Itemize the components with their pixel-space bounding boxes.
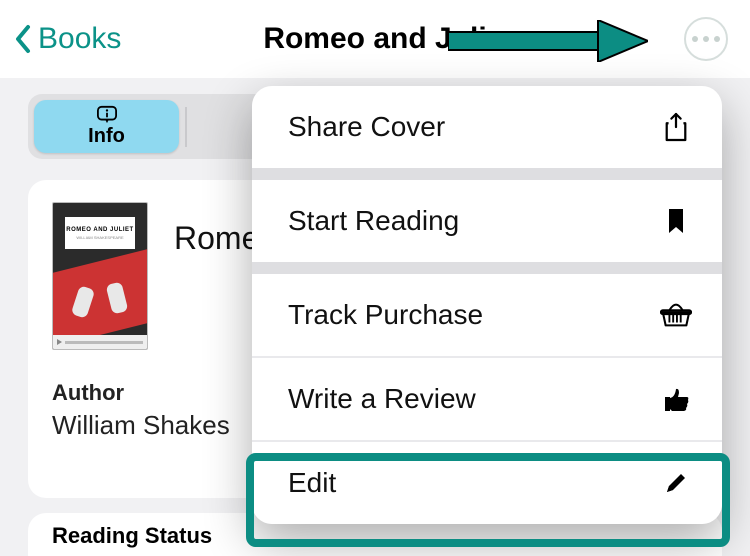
cover-subtitle: WILLIAM SHAKESPEARE [76, 235, 123, 240]
page-title: Romeo and Juli [263, 22, 486, 56]
menu-share-cover[interactable]: Share Cover [252, 86, 722, 168]
ellipsis-icon [692, 36, 720, 42]
tab-separator [185, 107, 187, 147]
menu-start-reading-label: Start Reading [288, 205, 459, 237]
share-icon [660, 111, 692, 143]
book-title: Rome [174, 220, 259, 257]
tab-info[interactable]: Info [34, 100, 179, 153]
reading-status-label: Reading Status [52, 523, 698, 549]
menu-edit[interactable]: Edit [252, 442, 722, 524]
menu-write-review-label: Write a Review [288, 383, 476, 415]
basket-icon [660, 299, 692, 331]
more-button[interactable] [684, 17, 728, 61]
tab-info-label: Info [88, 125, 125, 148]
menu-track-purchase[interactable]: Track Purchase [252, 274, 722, 356]
back-label: Books [38, 22, 121, 56]
header: Books Romeo and Juli [0, 0, 750, 78]
menu-write-review[interactable]: Write a Review [252, 358, 722, 440]
menu-start-reading[interactable]: Start Reading [252, 180, 722, 262]
menu-track-purchase-label: Track Purchase [288, 299, 483, 331]
info-icon [96, 105, 118, 125]
bookmark-icon [660, 205, 692, 237]
actions-menu: Share Cover Start Reading Track Purchase [252, 86, 722, 524]
menu-share-cover-label: Share Cover [288, 111, 445, 143]
thumbs-up-icon [660, 383, 692, 415]
pencil-icon [660, 467, 692, 499]
book-cover[interactable]: ROMEO AND JULIET WILLIAM SHAKESPEARE [52, 202, 148, 350]
menu-edit-label: Edit [288, 467, 336, 499]
cover-title: ROMEO AND JULIET [66, 227, 133, 233]
chevron-left-icon [14, 24, 32, 54]
back-button[interactable]: Books [0, 22, 121, 56]
